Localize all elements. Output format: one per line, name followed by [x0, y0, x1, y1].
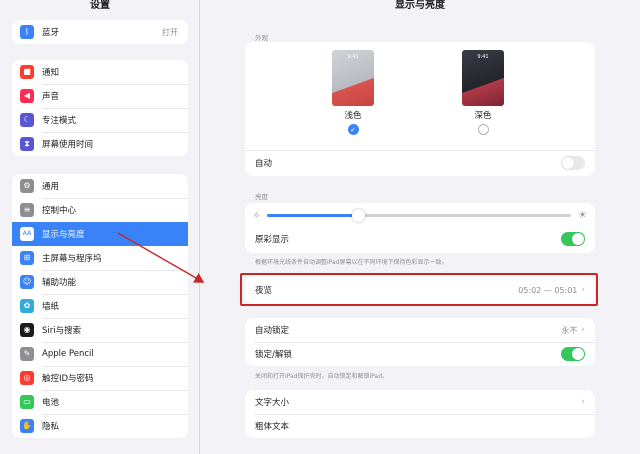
annotation-arrow	[117, 232, 205, 283]
